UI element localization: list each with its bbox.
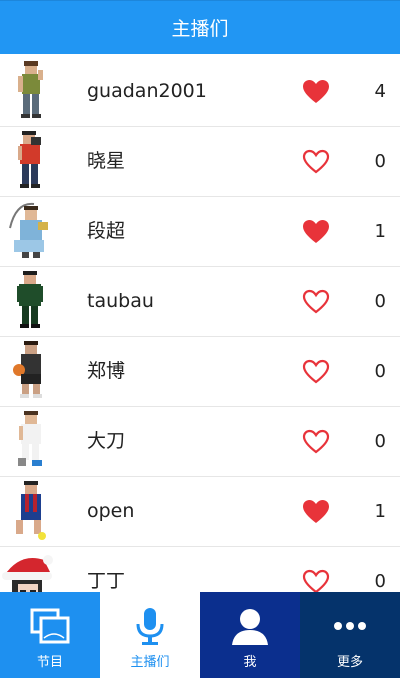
anchor-name: taubau [87,290,154,312]
like-count: 4 [374,81,386,102]
heart-filled-icon[interactable] [302,79,330,105]
page-title: 主播们 [171,17,229,40]
anchor-name: guadan2001 [87,80,207,102]
anchor-name: 段超 [87,220,126,242]
anchor-name: 郑博 [87,360,126,382]
tab-programs[interactable]: 节目 [0,592,100,678]
heart-outline-icon[interactable] [302,149,330,175]
anchor-list[interactable]: guadan2001 4 晓星 0 段超 1 taubau 0 郑博 0 大刀 … [0,57,400,592]
anchor-row[interactable]: 晓星 0 [0,127,400,197]
pixel-man-olive-icon [18,61,43,118]
person-icon [228,604,272,648]
anchor-row[interactable]: 大刀 0 [0,407,400,477]
heart-outline-icon[interactable] [302,359,330,385]
bottom-tab-bar: 节目 主播们 我 更多 [0,592,400,678]
avatar [8,60,54,122]
tab-label: 主播们 [130,655,170,670]
anchor-row[interactable]: 段超 1 [0,197,400,267]
like-count: 0 [374,571,386,592]
heart-outline-icon[interactable] [302,569,330,592]
heart-filled-icon[interactable] [302,219,330,245]
avatar [8,340,54,402]
heart-outline-icon[interactable] [302,289,330,315]
pixel-soldier-icon [17,271,43,328]
avatar [8,130,54,192]
anchor-name: open [87,500,135,522]
like-count: 0 [374,361,386,382]
avatar [8,270,54,332]
pixel-footballer-icon [16,481,46,540]
microphone-icon [128,604,172,648]
anchor-name: 丁丁 [87,570,126,592]
like-count: 1 [374,221,386,242]
avatar [0,550,62,592]
pixel-man-white-icon [18,411,42,466]
anchor-name: 晓星 [87,150,126,172]
page-header: 主播们 [0,0,400,54]
anchor-row[interactable]: taubau 0 [0,267,400,337]
santa-hat-girl-icon [2,555,53,592]
like-count: 0 [374,291,386,312]
programs-icon [28,604,72,648]
pixel-warrior-icon [9,202,48,258]
tab-label: 更多 [336,655,363,670]
anchor-row[interactable]: 郑博 0 [0,337,400,407]
pixel-basketball-icon [13,341,42,398]
avatar [8,480,54,542]
like-count: 1 [374,501,386,522]
anchor-row[interactable]: open 1 [0,477,400,547]
more-dots-icon [328,604,372,648]
tab-label: 我 [243,655,257,670]
heart-filled-icon[interactable] [302,499,330,525]
anchor-row[interactable]: guadan2001 4 [0,57,400,127]
pixel-man-camera-icon [18,131,41,188]
tab-more[interactable]: 更多 [300,592,400,678]
anchor-name: 大刀 [87,430,126,452]
anchor-row[interactable]: 丁丁 0 [0,547,400,592]
like-count: 0 [374,431,386,452]
avatar [8,200,54,262]
heart-outline-icon[interactable] [302,429,330,455]
tab-me[interactable]: 我 [200,592,300,678]
tab-label: 节目 [36,655,63,670]
avatar [8,410,54,472]
like-count: 0 [374,151,386,172]
tab-anchors[interactable]: 主播们 [100,592,200,678]
